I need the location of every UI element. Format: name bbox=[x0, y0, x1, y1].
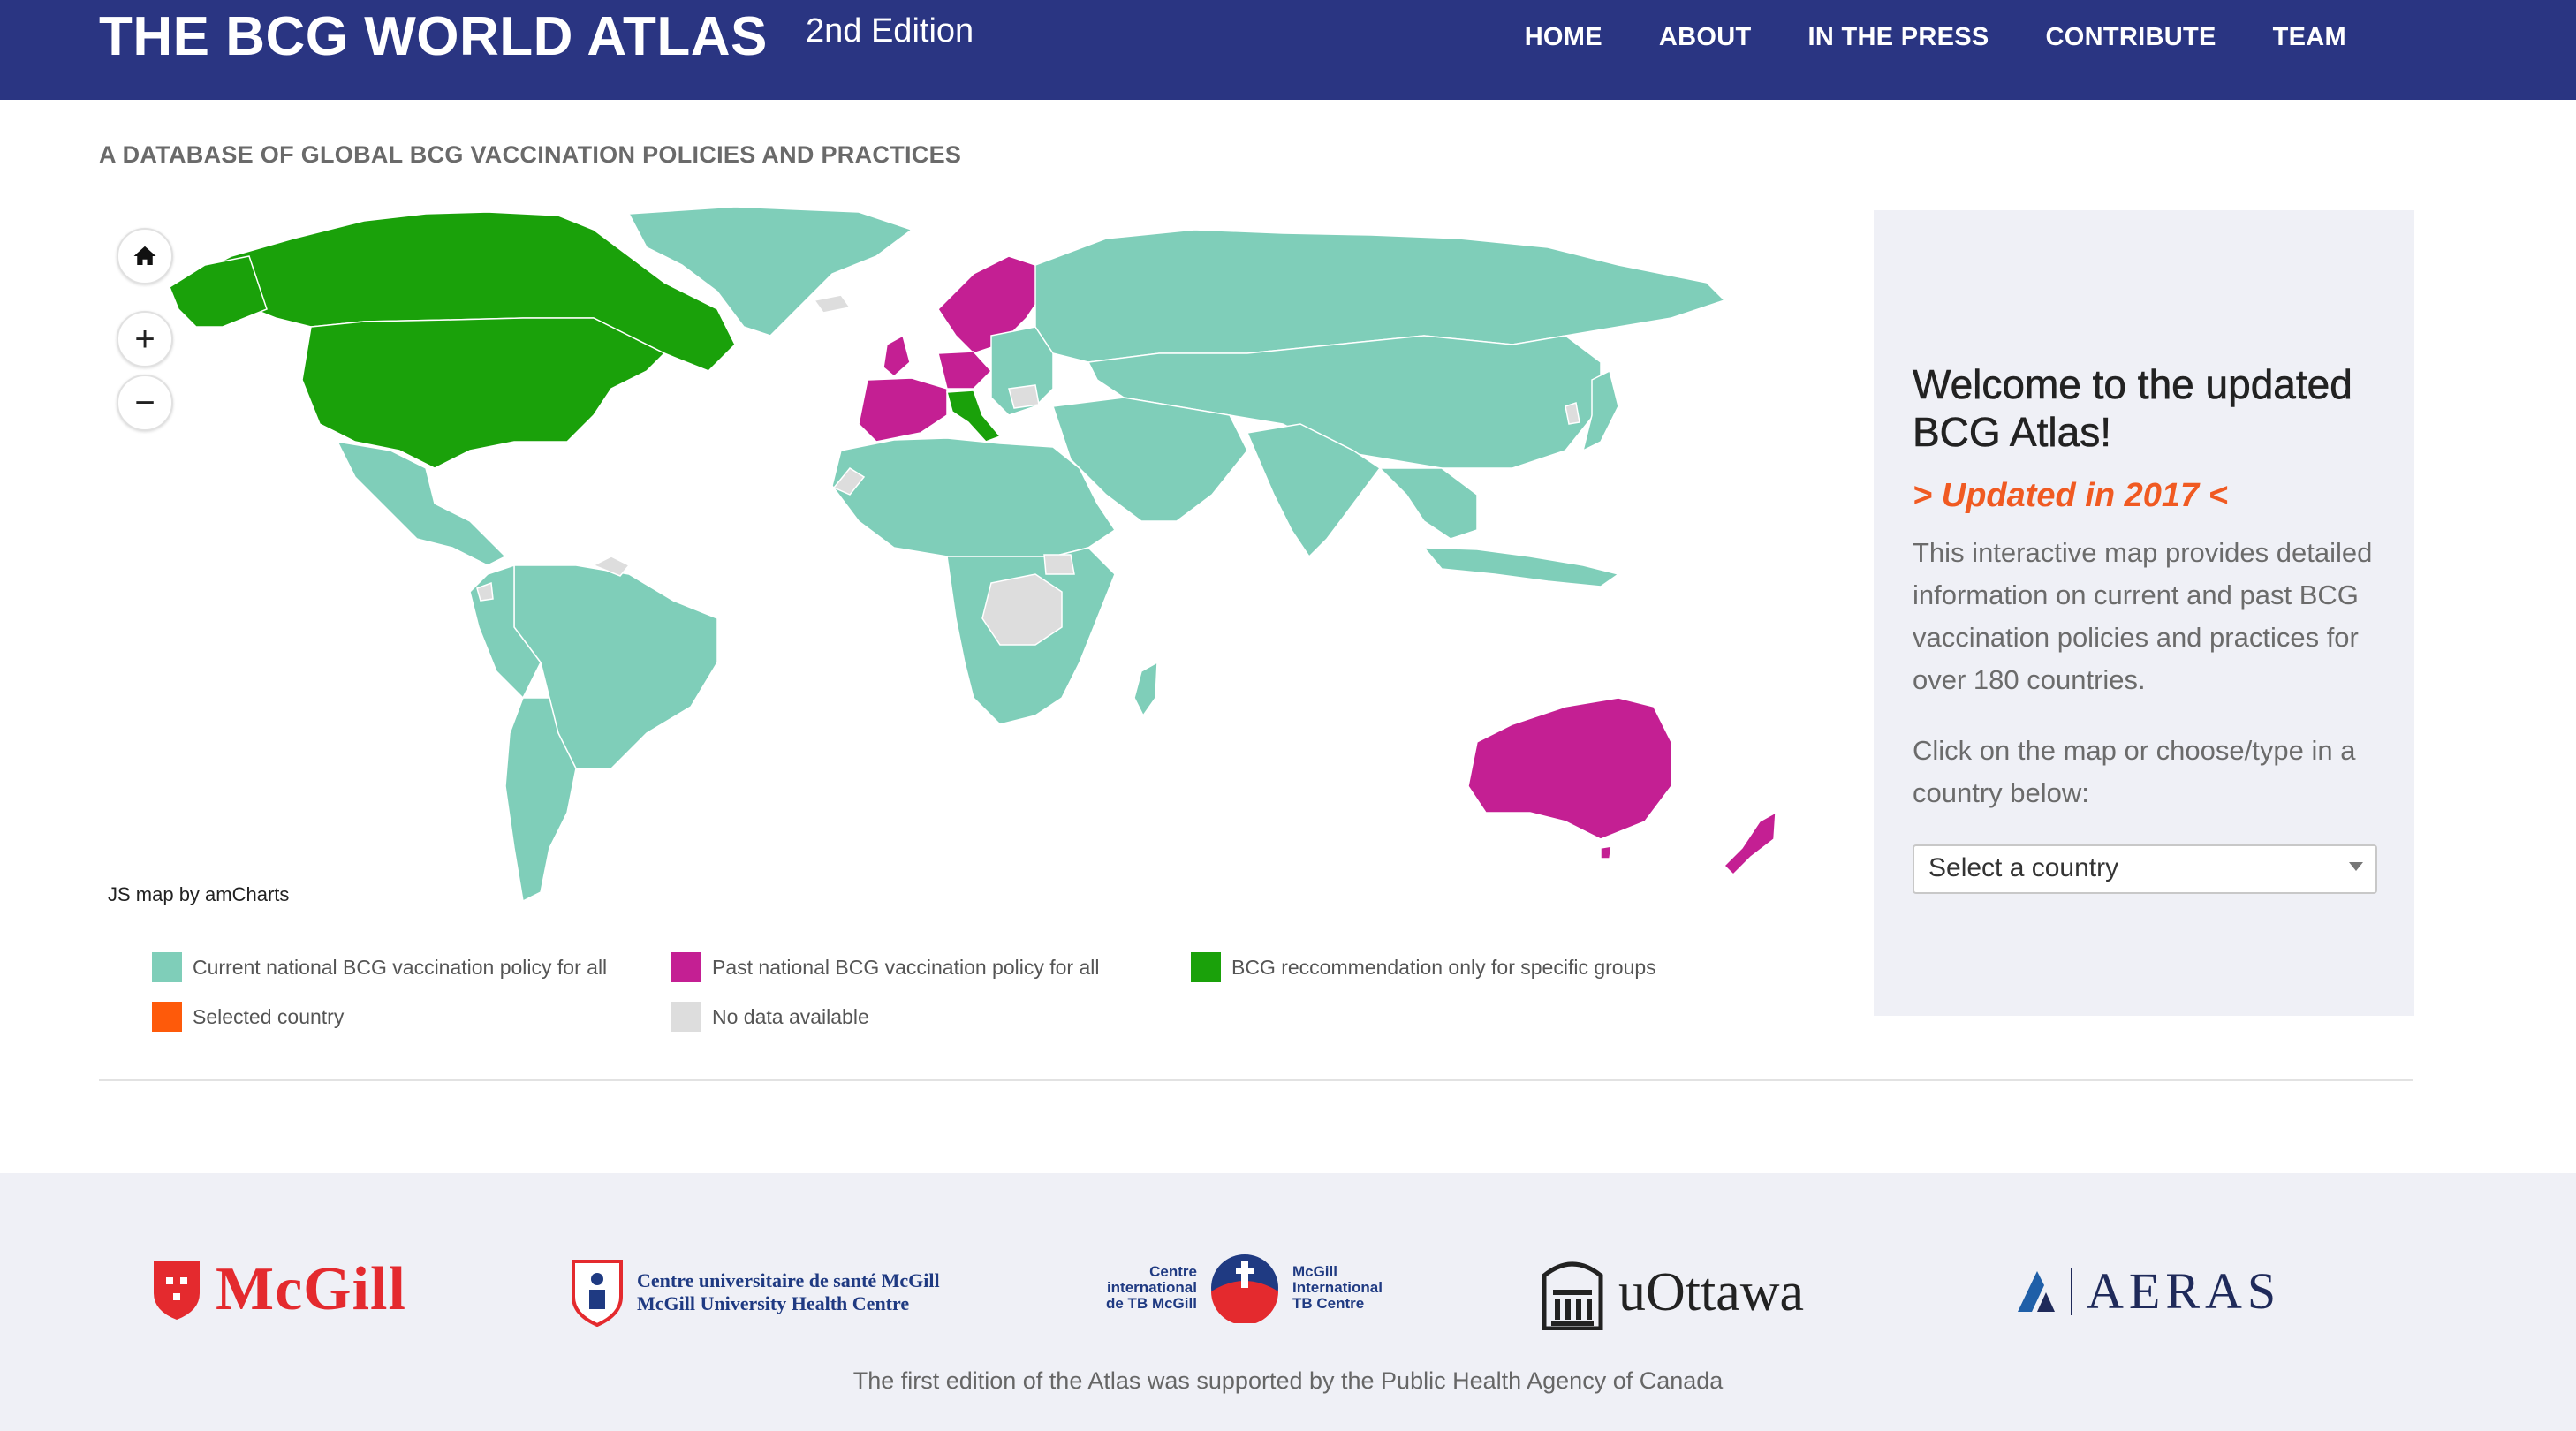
legend-label-selected: Selected country bbox=[193, 1004, 345, 1028]
country-uk[interactable] bbox=[883, 334, 911, 377]
aeras-mark-icon bbox=[2018, 1270, 2055, 1312]
legend-label-past: Past national BCG vaccination policy for… bbox=[712, 955, 1100, 979]
mcgill-logo[interactable]: McGill bbox=[150, 1254, 406, 1325]
legend-item-current: Current national BCG vaccination policy … bbox=[152, 952, 607, 982]
chevron-down-icon bbox=[2349, 862, 2363, 871]
tb-right-line3: TB Centre bbox=[1292, 1295, 1365, 1312]
welcome-panel: Welcome to the updated BCG Atlas! > Upda… bbox=[1874, 210, 2414, 1016]
legend-item-past: Past national BCG vaccination policy for… bbox=[671, 952, 1100, 982]
main-nav: HOME ABOUT IN THE PRESS CONTRIBUTE TEAM bbox=[1525, 19, 2346, 55]
funding-note: The first edition of the Atlas was suppo… bbox=[852, 1367, 1724, 1394]
site-title[interactable]: THE BCG WORLD ATLAS bbox=[99, 5, 768, 69]
map-credit-link[interactable]: JS map by amCharts bbox=[108, 883, 289, 906]
section-divider bbox=[99, 1079, 2413, 1081]
muhc-shield-icon bbox=[572, 1260, 623, 1327]
footer: McGill Centre universitaire de santé McG… bbox=[0, 1173, 2576, 1431]
legend-swatch-selected bbox=[152, 1002, 182, 1032]
header-bar: THE BCG WORLD ATLAS 2nd Edition HOME ABO… bbox=[0, 0, 2576, 100]
intro-text: This interactive map provides detailed i… bbox=[1913, 537, 2373, 695]
tb-left-line2: international bbox=[1106, 1279, 1197, 1296]
muhc-name-fr: Centre universitaire de santé McGill bbox=[637, 1269, 940, 1291]
tb-left-line3: de TB McGill bbox=[1106, 1295, 1197, 1312]
nav-about[interactable]: ABOUT bbox=[1659, 19, 1752, 55]
updated-notice: > Updated in 2017 < bbox=[1913, 477, 2228, 514]
country-alaska[interactable] bbox=[169, 255, 268, 328]
legend-item-specific: BCG reccommendation only for specific gr… bbox=[1191, 952, 1656, 982]
welcome-heading: Welcome to the updated BCG Atlas! bbox=[1913, 361, 2352, 456]
aeras-logo[interactable]: AERAS bbox=[2018, 1261, 2281, 1321]
edition-label: 2nd Edition bbox=[806, 12, 974, 49]
minus-icon: − bbox=[134, 382, 155, 422]
mcgill-crest-icon bbox=[154, 1261, 200, 1320]
mcgill-wordmark: McGill bbox=[216, 1255, 406, 1323]
country-iceland[interactable] bbox=[813, 294, 852, 314]
zoom-in-button[interactable]: + bbox=[117, 311, 173, 367]
legend-swatch-nodata bbox=[671, 1002, 701, 1032]
world-map[interactable]: + − JS map by amCharts bbox=[99, 203, 1848, 928]
legend-item-nodata: No data available bbox=[671, 1002, 869, 1032]
legend-item-selected: Selected country bbox=[152, 1002, 344, 1032]
country-select-value: Select a country bbox=[1928, 853, 2119, 882]
muhc-name-en: McGill University Health Centre bbox=[637, 1292, 910, 1314]
legend-swatch-specific bbox=[1191, 952, 1221, 982]
country-australia[interactable] bbox=[1467, 697, 1672, 840]
tb-centre-logo[interactable]: Centre international de TB McGill McGill… bbox=[1106, 1253, 1383, 1323]
country-drc-nodata[interactable] bbox=[981, 573, 1063, 646]
tb-centre-globe-icon bbox=[1210, 1254, 1278, 1323]
legend-swatch-past bbox=[671, 952, 701, 982]
tb-left-line1: Centre bbox=[1149, 1263, 1197, 1280]
map-home-button[interactable] bbox=[117, 228, 173, 284]
home-icon bbox=[133, 246, 156, 265]
country-tasmania[interactable] bbox=[1600, 845, 1612, 859]
uottawa-logo[interactable]: uOttawa bbox=[1539, 1254, 1804, 1330]
uottawa-wordmark: uOttawa bbox=[1618, 1261, 1805, 1322]
country-select[interactable]: Select a country bbox=[1913, 844, 2377, 894]
country-southeast-asia[interactable] bbox=[1378, 467, 1478, 540]
aeras-wordmark: AERAS bbox=[2087, 1262, 2282, 1320]
tb-right-line2: International bbox=[1292, 1279, 1383, 1296]
map-legend: Current national BCG vaccination policy … bbox=[152, 952, 1742, 1049]
legend-swatch-current bbox=[152, 952, 182, 982]
zoom-out-button[interactable]: − bbox=[117, 375, 173, 431]
page-subtitle: A DATABASE OF GLOBAL BCG VACCINATION POL… bbox=[99, 141, 962, 168]
nav-team[interactable]: TEAM bbox=[2273, 19, 2346, 55]
muhc-logo[interactable]: Centre universitaire de santé McGill McG… bbox=[570, 1258, 940, 1327]
country-germany[interactable] bbox=[937, 351, 993, 390]
legend-label-specific: BCG reccommendation only for specific gr… bbox=[1231, 955, 1656, 979]
nav-home[interactable]: HOME bbox=[1525, 19, 1602, 55]
plus-icon: + bbox=[134, 319, 155, 359]
country-new-zealand[interactable] bbox=[1723, 811, 1777, 876]
nav-contribute[interactable]: CONTRIBUTE bbox=[2046, 19, 2216, 55]
country-madagascar[interactable] bbox=[1133, 661, 1158, 717]
legend-label-current: Current national BCG vaccination policy … bbox=[193, 955, 608, 979]
country-france-spain[interactable] bbox=[858, 377, 948, 443]
nav-in-the-press[interactable]: IN THE PRESS bbox=[1808, 19, 1989, 55]
aeras-divider-icon bbox=[2071, 1267, 2072, 1315]
world-map-svg[interactable] bbox=[99, 203, 1848, 928]
tb-right-line1: McGill bbox=[1292, 1263, 1337, 1280]
country-indonesia[interactable] bbox=[1422, 547, 1620, 587]
legend-label-nodata: No data available bbox=[712, 1004, 869, 1028]
country-balkans-nodata[interactable] bbox=[1008, 384, 1040, 409]
country-sudan-nodata[interactable] bbox=[1043, 554, 1075, 575]
instruction-text: Click on the map or choose/type in a cou… bbox=[1913, 735, 2356, 808]
uottawa-building-icon bbox=[1542, 1261, 1603, 1330]
